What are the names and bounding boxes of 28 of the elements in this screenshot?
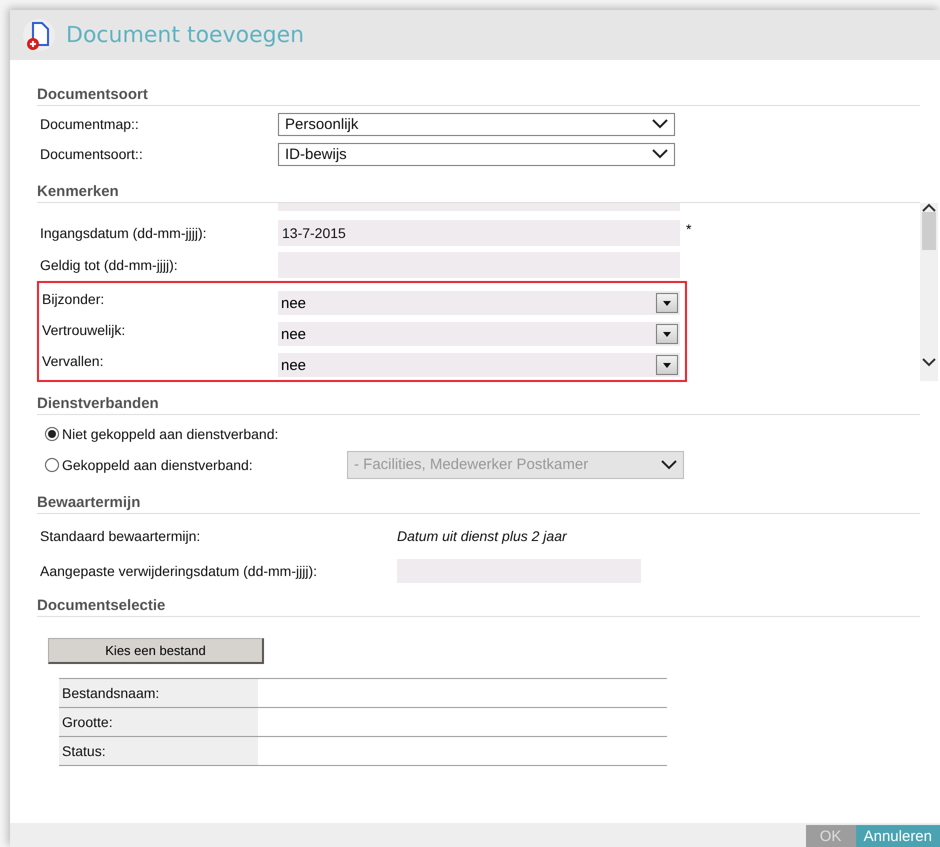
required-mark: * <box>686 221 692 237</box>
field-label: Vervallen: <box>42 353 104 369</box>
field-label: Bijzonder: <box>42 291 106 307</box>
table-cell: Bestandsnaam: <box>59 679 258 707</box>
section-heading: Bewaartermijn <box>37 494 920 514</box>
field-label: Vertrouwelijk: <box>42 322 126 338</box>
field-label: Ingangsdatum (dd-mm-jjjj): <box>40 225 208 241</box>
section-heading: Documentsoort <box>37 86 920 106</box>
section-heading: Documentselectie <box>37 597 920 617</box>
field-label: Documentsoort:: <box>40 146 144 162</box>
table-cell: Status: <box>59 737 258 765</box>
field-label: Documentmap:: <box>40 116 140 132</box>
field-label: Standaard bewaartermijn: <box>40 528 202 544</box>
field-label: Aangepaste verwijderingsdatum (dd-mm-jjjj): <box>40 563 318 579</box>
field-label: Geldig tot (dd-mm-jjjj): <box>40 257 179 273</box>
choose-file-button[interactable]: Kies een bestand <box>48 638 264 664</box>
select-field[interactable]: nee <box>278 322 680 346</box>
table-cell: Grootte: <box>59 708 258 736</box>
radio-label: Niet gekoppeld aan dienstverband: <box>62 426 280 442</box>
select-field[interactable]: Persoonlijk <box>278 112 675 136</box>
radio-label: Gekoppeld aan dienstverband: <box>62 456 254 472</box>
select-field[interactable]: ID-bewijs <box>278 142 675 166</box>
section-heading: Dienstverbanden <box>37 395 920 415</box>
input-field[interactable]: 13-7-2015 <box>278 220 680 246</box>
select-field[interactable]: nee <box>278 353 680 377</box>
dialog-title: Document toevoegen <box>66 22 304 48</box>
select-field[interactable]: nee <box>278 291 680 315</box>
field-value: Datum uit dienst plus 2 jaar <box>397 528 567 544</box>
